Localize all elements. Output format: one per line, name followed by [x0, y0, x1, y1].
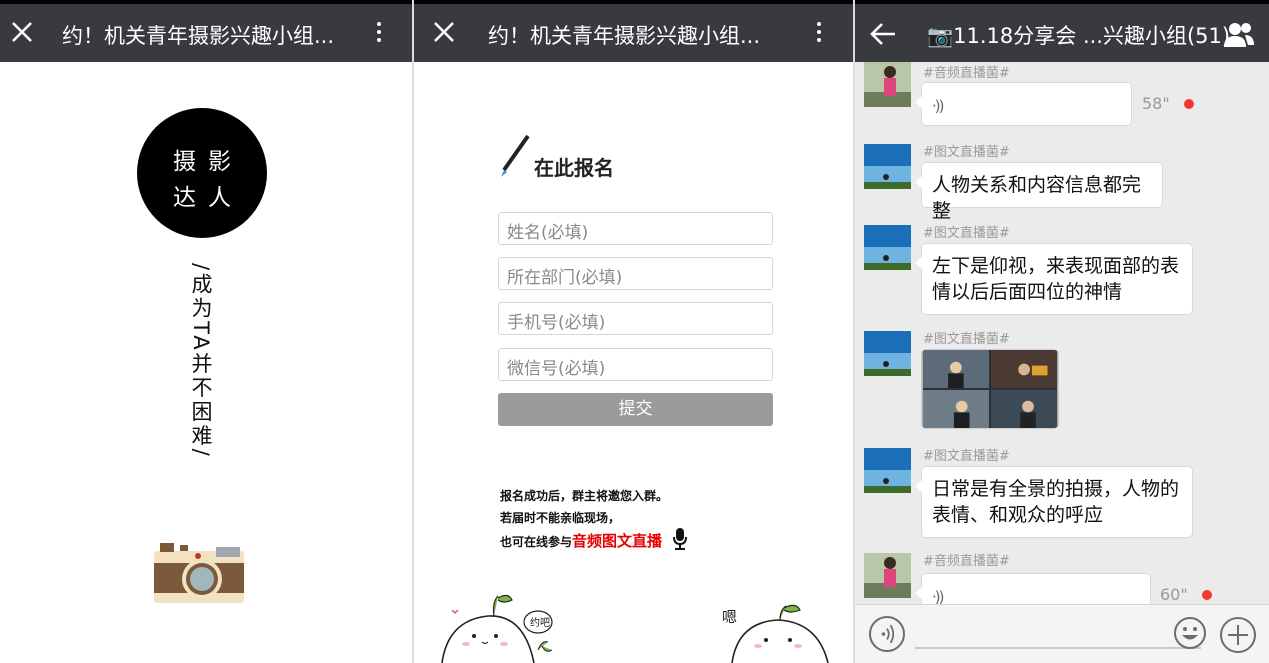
message-input[interactable]	[915, 647, 1201, 649]
note-line-3: 也可在线参与音频图文直播	[500, 528, 688, 551]
note-line-1: 报名成功后，群主将邀您入群。	[500, 489, 669, 503]
doodle-text-1: 约吧	[530, 616, 550, 629]
emoji-icon[interactable]	[1173, 616, 1207, 650]
close-icon[interactable]	[8, 18, 36, 46]
voice-message-bubble[interactable]: ·))	[915, 82, 1132, 126]
badge-line-1: 摄影	[173, 149, 243, 175]
voice-input-icon[interactable]	[869, 616, 905, 652]
more-vertical-icon[interactable]	[372, 18, 386, 48]
webview-header: 约！机关青年摄影兴趣小组...	[414, 0, 853, 62]
avatar[interactable]	[864, 331, 911, 376]
note-line-2: 若届时不能亲临现场，	[500, 511, 621, 525]
message-line-2: 情以后后面四位的神情	[932, 281, 1123, 303]
image-message[interactable]	[921, 349, 1059, 429]
unread-dot	[1202, 590, 1212, 600]
group-members-icon[interactable]	[1223, 20, 1255, 48]
badge-line-2: 达人	[173, 185, 243, 211]
pen-icon	[501, 134, 530, 177]
sprout-doodle-right: 嗯	[722, 604, 829, 663]
avatar[interactable]	[864, 144, 911, 189]
camera-icon	[154, 543, 244, 603]
poster-panel: 约！机关青年摄影兴趣小组... 摄影 达人 /成为TA并不困难/	[0, 0, 412, 663]
name-field[interactable]: 姓名(必填)	[498, 212, 773, 245]
group-chat-panel: 📷11.18分享会 ...兴趣小组(51) #音频直播菌# ·)) 58" #图…	[855, 0, 1269, 663]
sender-name: #图文直播菌#	[923, 226, 1010, 241]
page-title: 约！机关青年摄影兴趣小组...	[62, 24, 335, 48]
photography-badge: 摄影 达人	[137, 108, 267, 238]
microphone-icon	[673, 528, 688, 550]
sender-name: #图文直播菌#	[923, 145, 1010, 160]
submit-button[interactable]: 提交	[498, 393, 773, 426]
close-icon[interactable]	[430, 18, 458, 46]
message-line-2: 表情、和观众的呼应	[932, 504, 1104, 526]
text-message-bubble[interactable]: 日常是有全景的拍摄，人物的 表情、和观众的呼应	[915, 466, 1193, 538]
sender-name: #图文直播菌#	[923, 332, 1010, 347]
voice-icon: ·))	[932, 97, 945, 115]
avatar[interactable]	[864, 62, 911, 107]
phone-field[interactable]: 手机号(必填)	[498, 302, 773, 335]
sender-name: #音频直播菌#	[923, 66, 1010, 81]
wechat-field[interactable]: 微信号(必填)	[498, 348, 773, 381]
slogan-vertical: /成为TA并不困难/	[189, 263, 213, 459]
doodle-text-2: 嗯	[722, 608, 737, 626]
avatar[interactable]	[864, 225, 911, 270]
note-line-3-prefix: 也可在线参与	[500, 535, 573, 549]
chat-title: 📷11.18分享会 ...兴趣小组(51)	[927, 24, 1231, 48]
department-field[interactable]: 所在部门(必填)	[498, 257, 773, 290]
message-line-1: 日常是有全景的拍摄，人物的	[932, 478, 1180, 500]
page-title: 约！机关青年摄影兴趣小组...	[488, 24, 761, 48]
avatar[interactable]	[864, 553, 911, 598]
voice-duration: 60"	[1160, 585, 1188, 604]
unread-dot	[1184, 99, 1194, 109]
avatar[interactable]	[864, 448, 911, 493]
webview-header: 约！机关青年摄影兴趣小组...	[0, 0, 412, 62]
message-line-1: 左下是仰视，来表现面部的表	[932, 255, 1180, 277]
signup-title: 在此报名	[534, 156, 614, 180]
chat-input-bar	[855, 604, 1269, 663]
more-vertical-icon[interactable]	[812, 18, 826, 48]
chat-header: 📷11.18分享会 ...兴趣小组(51)	[855, 0, 1269, 62]
text-message-bubble[interactable]: 左下是仰视，来表现面部的表 情以后后面四位的神情	[915, 243, 1193, 315]
text-message-bubble[interactable]: 人物关系和内容信息都完整	[915, 162, 1163, 222]
live-broadcast-highlight: 音频图文直播	[572, 532, 663, 550]
sender-name: #图文直播菌#	[923, 449, 1010, 464]
voice-duration: 58"	[1142, 94, 1170, 113]
sprout-doodle-left: 约吧	[441, 594, 553, 663]
plus-icon[interactable]	[1219, 616, 1257, 654]
sender-name: #音频直播菌#	[923, 554, 1010, 569]
back-arrow-icon[interactable]	[869, 21, 897, 47]
